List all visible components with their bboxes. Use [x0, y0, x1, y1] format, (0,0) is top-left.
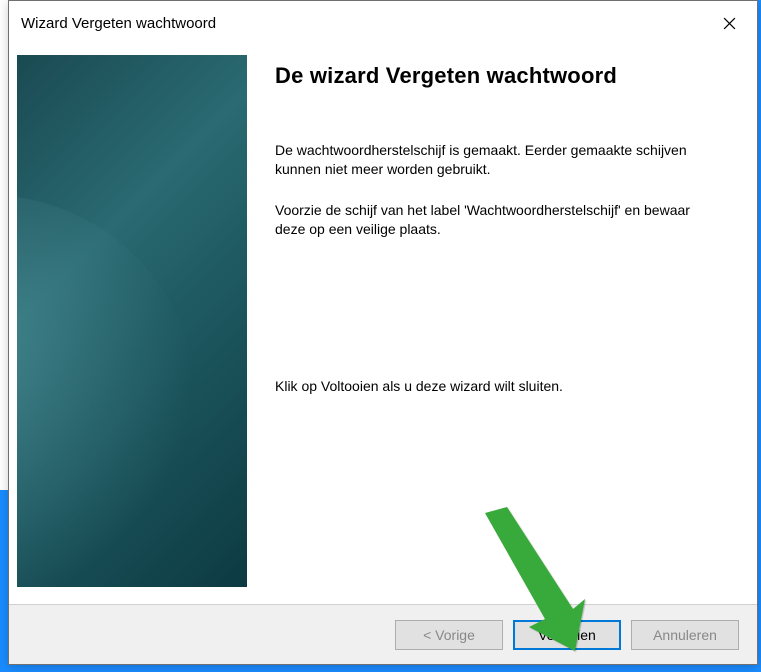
close-button[interactable]	[709, 8, 749, 38]
back-button: < Vorige	[395, 620, 503, 650]
wizard-paragraph-3: Klik op Voltooien als u deze wizard wilt…	[275, 377, 695, 396]
close-icon	[723, 17, 736, 30]
wizard-main-panel: De wizard Vergeten wachtwoord De wachtwo…	[247, 55, 743, 604]
titlebar[interactable]: Wizard Vergeten wachtwoord	[9, 1, 757, 45]
button-bar: < Vorige Voltooien Annuleren	[9, 604, 757, 664]
titlebar-title: Wizard Vergeten wachtwoord	[21, 15, 216, 32]
wizard-heading: De wizard Vergeten wachtwoord	[275, 63, 739, 89]
cancel-button: Annuleren	[631, 620, 739, 650]
wizard-dialog: Wizard Vergeten wachtwoord De wizard Ver…	[8, 0, 758, 665]
wizard-paragraph-2: Voorzie de schijf van het label 'Wachtwo…	[275, 201, 695, 239]
content-area: De wizard Vergeten wachtwoord De wachtwo…	[9, 45, 757, 604]
finish-button[interactable]: Voltooien	[513, 620, 621, 650]
wizard-paragraph-1: De wachtwoordherstelschijf is gemaakt. E…	[275, 141, 695, 179]
wizard-side-graphic	[17, 55, 247, 587]
